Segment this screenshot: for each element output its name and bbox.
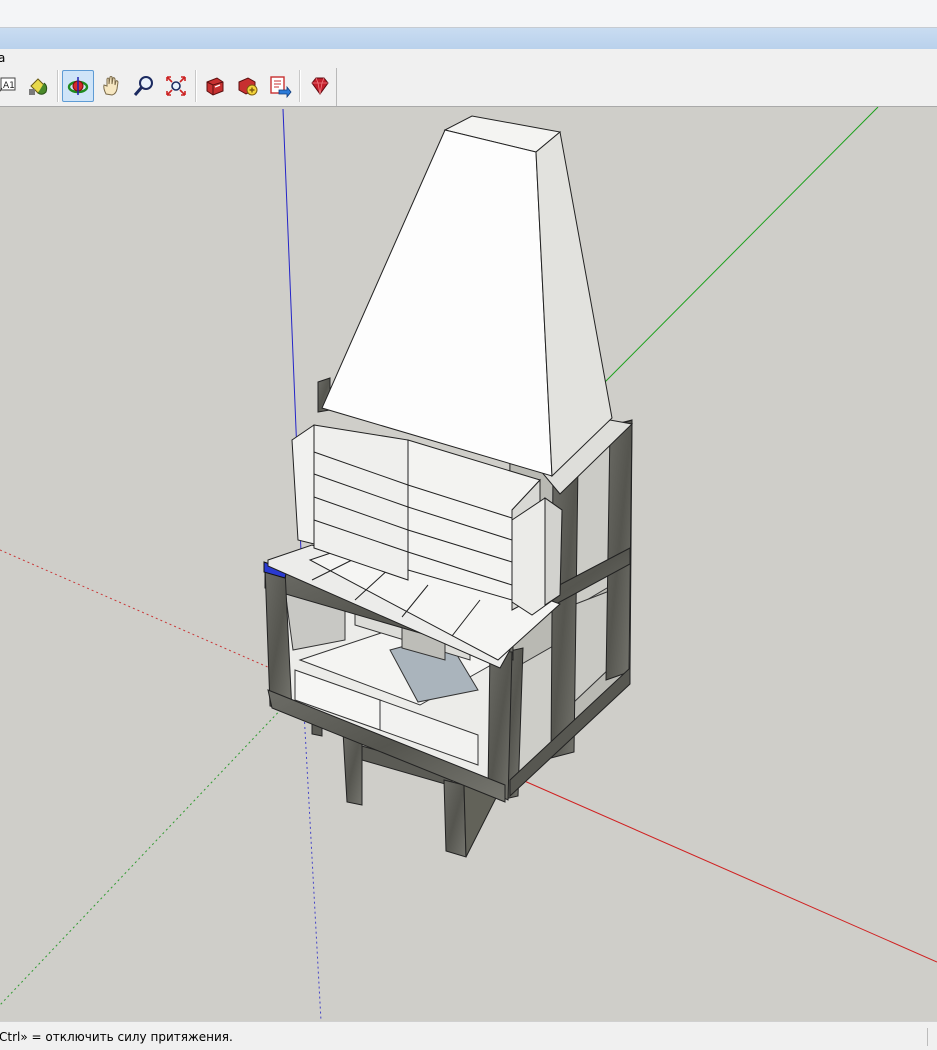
toolbar-separator xyxy=(299,70,301,102)
warehouse-download-icon xyxy=(206,77,224,96)
status-bar: Ctrl» = отключить силу притяжения. xyxy=(0,1021,937,1050)
paint-bucket-icon xyxy=(29,78,48,95)
orbit-button[interactable] xyxy=(62,70,94,102)
sketchup-window: a A1 Ctrl» = отключить силу притяжения. xyxy=(0,0,937,1050)
paint-bucket-button[interactable] xyxy=(22,70,54,102)
share-model-button[interactable] xyxy=(232,70,264,102)
text-tool-icon: A1 xyxy=(0,77,16,92)
pan-button[interactable] xyxy=(95,70,127,102)
get-models-button[interactable] xyxy=(199,70,231,102)
magnifier-icon xyxy=(133,76,153,96)
extension-warehouse-button[interactable] xyxy=(304,70,336,102)
share-component-button[interactable] xyxy=(264,70,296,102)
drawing-viewport[interactable] xyxy=(0,107,937,1021)
svg-text:A1: A1 xyxy=(3,81,15,91)
zoom-button[interactable] xyxy=(128,70,160,102)
blue-axis-dotted xyxy=(303,711,322,1021)
hand-icon xyxy=(103,76,119,96)
red-axis-dotted xyxy=(0,549,271,669)
share-model-icon xyxy=(238,77,258,96)
window-top-strip xyxy=(0,0,937,27)
zoom-extents-icon xyxy=(166,76,186,96)
status-divider xyxy=(927,1028,928,1046)
menu-item-help[interactable]: a xyxy=(0,51,5,65)
green-axis-dotted xyxy=(0,701,289,1006)
green-axis xyxy=(604,107,879,383)
orbit-icon xyxy=(67,77,89,95)
menu-bar: a xyxy=(0,49,937,68)
status-hint-text: Ctrl» = отключить силу притяжения. xyxy=(0,1030,233,1044)
share-component-icon xyxy=(270,76,292,98)
fireplace-model-scene xyxy=(0,107,937,1021)
main-toolbar: A1 xyxy=(0,68,937,107)
text-tool-button[interactable]: A1 xyxy=(0,70,20,102)
chimney-hood xyxy=(321,115,613,478)
ruby-gem-icon xyxy=(311,77,329,95)
toolbar-separator xyxy=(195,70,197,102)
zoom-extents-button[interactable] xyxy=(160,70,192,102)
toolbar-separator xyxy=(57,70,59,102)
title-bar xyxy=(0,28,937,50)
red-axis xyxy=(512,775,937,963)
toolbar-edge xyxy=(336,68,337,106)
